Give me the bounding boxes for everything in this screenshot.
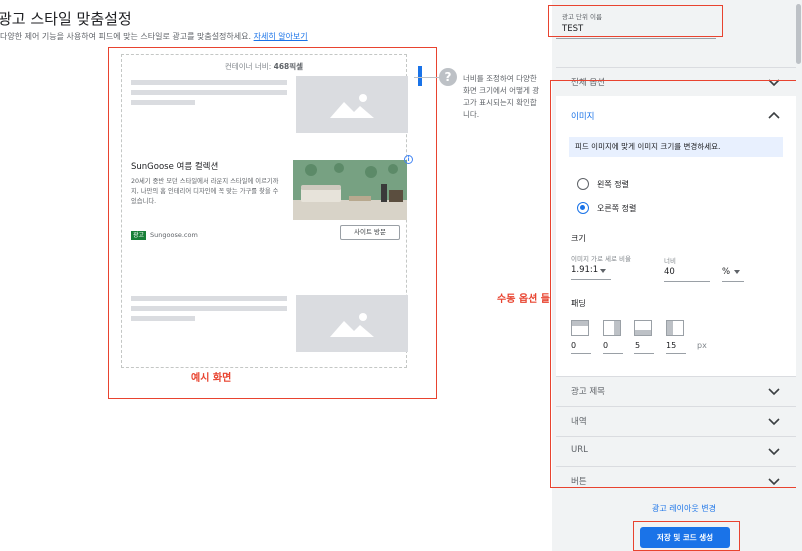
info-icon[interactable]: i: [404, 155, 413, 164]
native-ad[interactable]: SunGoose 여름 컬렉션 20세기 중반 모던 스타일에서 라운지 스타일…: [131, 150, 413, 245]
container-width-value: 468픽셀: [273, 62, 304, 71]
placeholder-line: [131, 306, 287, 311]
container-width-label: 컨테이너 너비:: [224, 62, 272, 71]
placeholder-line: [131, 296, 287, 301]
save-and-generate-code-button[interactable]: 저장 및 코드 생성: [640, 527, 730, 548]
page-subtitle: 다양한 제어 기능을 사용하여 피드에 맞는 스타일로 광고를 맞춤설정하세요.…: [0, 31, 308, 42]
scrollbar[interactable]: [796, 0, 802, 551]
scrollbar-thumb[interactable]: [796, 4, 801, 64]
help-connector-line: [414, 77, 440, 78]
help-icon[interactable]: ?: [439, 68, 457, 86]
ad-description: 20세기 중반 모던 스타일에서 라운지 스타일에 이르기까지, 나만의 홈 인…: [131, 178, 279, 205]
ad-unit-name-label: 광고 단위 이름: [562, 13, 603, 21]
example-screen-label: 예시 화면: [191, 373, 232, 384]
visit-site-button[interactable]: 사이트 방문: [340, 225, 400, 240]
ad-domain: Sungoose.com: [150, 231, 198, 239]
ad-unit-name-field[interactable]: TEST: [562, 24, 583, 34]
page-title: 광고 스타일 맞춤설정: [0, 10, 132, 28]
placeholder-line: [131, 90, 287, 95]
image-placeholder: [296, 295, 408, 352]
placeholder-line: [131, 100, 195, 105]
manual-options-label: 수동 옵션 들: [497, 294, 550, 305]
image-placeholder: [296, 76, 408, 133]
options-highlight-box: [550, 80, 798, 488]
help-text: 너비를 조정하여 다양한 화면 크기에서 어떻게 광고가 표시되는지 확인합니다…: [463, 74, 540, 119]
placeholder-line: [131, 80, 287, 85]
image-placeholder-icon: [330, 312, 374, 337]
ad-badge: 광고: [131, 231, 147, 240]
placeholder-line: [131, 316, 195, 321]
container-width-readout: 컨테이너 너비: 468픽셀: [122, 61, 406, 72]
change-layout-link[interactable]: 광고 레이아웃 변경: [652, 503, 716, 514]
ad-image[interactable]: [293, 160, 407, 220]
ad-title[interactable]: SunGoose 여름 컬렉션: [131, 160, 218, 172]
page-subtitle-text: 다양한 제어 기능을 사용하여 피드에 맞는 스타일로 광고를 맞춤설정하세요.: [0, 32, 252, 41]
image-placeholder-icon: [330, 93, 374, 118]
ad-unit-name-underline: [556, 38, 716, 39]
width-resize-handle[interactable]: [418, 66, 422, 86]
learn-more-link[interactable]: 자세히 알아보기: [254, 32, 308, 41]
